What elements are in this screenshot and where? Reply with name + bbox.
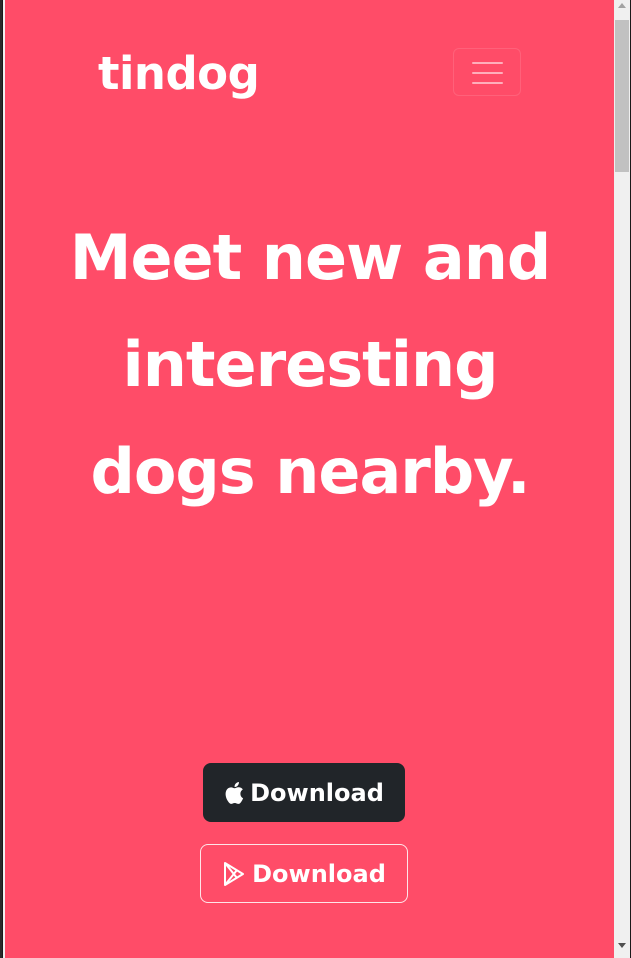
google-play-icon <box>222 861 246 887</box>
google-play-download-button[interactable]: Download <box>200 844 408 903</box>
scroll-down-arrow-icon[interactable] <box>618 943 626 948</box>
hero-headline: Meet new and interesting dogs nearby. <box>69 221 551 508</box>
scrollbar-thumb[interactable] <box>615 20 629 172</box>
google-play-download-label: Download <box>252 859 386 888</box>
page-viewport: tindog Meet new and interesting dogs nea… <box>5 0 614 958</box>
scroll-up-arrow-icon[interactable] <box>618 3 626 8</box>
vertical-scrollbar[interactable] <box>614 0 630 958</box>
brand-logo[interactable]: tindog <box>98 44 260 104</box>
browser-window: tindog Meet new and interesting dogs nea… <box>2 0 631 958</box>
app-store-download-label: Download <box>250 778 384 807</box>
navbar-toggle-button[interactable] <box>453 48 521 96</box>
app-store-download-button[interactable]: Download <box>203 763 405 822</box>
apple-icon <box>224 781 244 805</box>
